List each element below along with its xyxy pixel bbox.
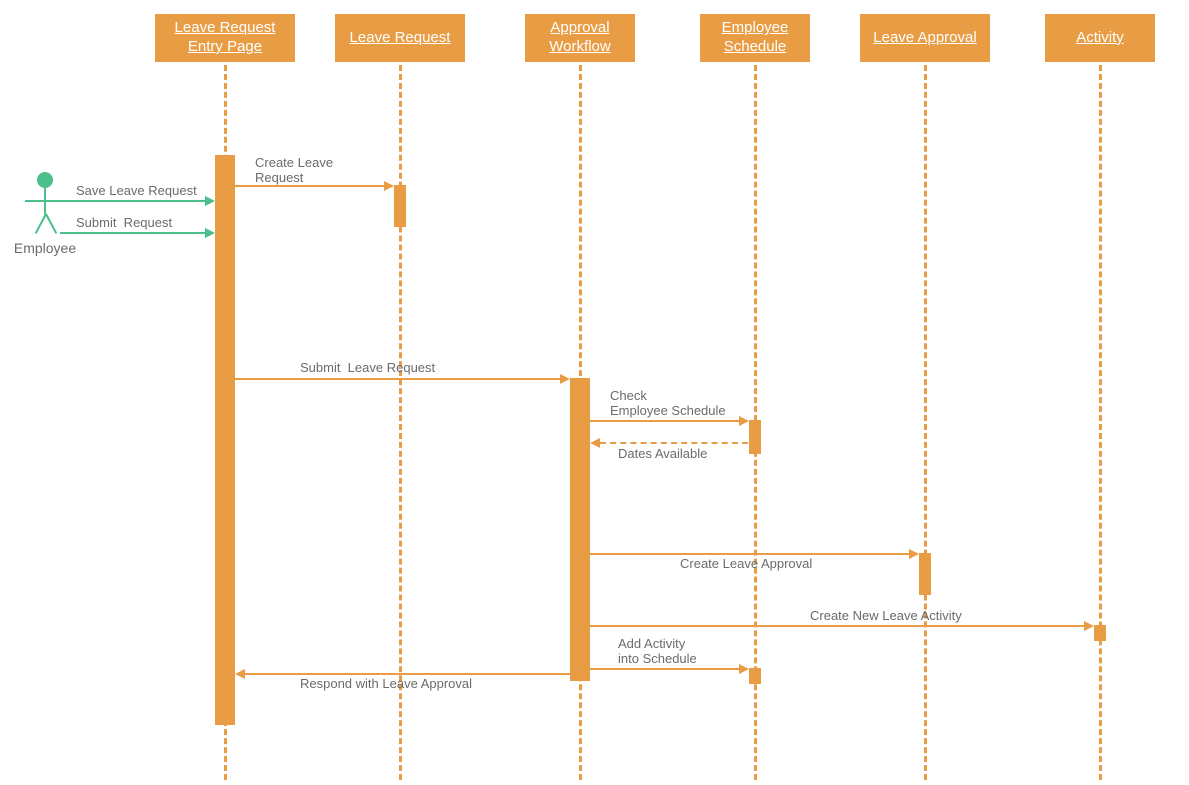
participant-entrypage: Leave Request Entry Page xyxy=(155,14,295,62)
activation-activity xyxy=(1094,625,1106,641)
msg-label: Create Leave Approval xyxy=(680,556,812,571)
participant-label: Approval Workflow xyxy=(532,19,628,57)
msg-label: Submit Request xyxy=(76,215,172,230)
msg-label: Add Activity into Schedule xyxy=(618,636,697,666)
actor-employee-icon xyxy=(25,172,65,236)
msg-label: Create Leave Request xyxy=(255,155,333,185)
activation-schedule-2 xyxy=(749,668,761,684)
lifeline-activity xyxy=(1099,65,1102,780)
activation-leavereq xyxy=(394,185,406,227)
participant-approval: Leave Approval xyxy=(860,14,990,62)
msg-label: Respond with Leave Approval xyxy=(300,676,472,691)
msg-label: Dates Available xyxy=(618,446,707,461)
msg-label: Create New Leave Activity xyxy=(810,608,962,623)
activation-entrypage xyxy=(215,155,235,725)
participant-label: Employee Schedule xyxy=(707,19,803,57)
participant-activity: Activity xyxy=(1045,14,1155,62)
lifeline-approval xyxy=(924,65,927,780)
activation-workflow xyxy=(570,378,590,681)
participant-label: Activity xyxy=(1076,29,1124,48)
msg-label: Save Leave Request xyxy=(76,183,197,198)
activation-approval xyxy=(919,553,931,595)
participant-leavereq: Leave Request xyxy=(335,14,465,62)
msg-label: Check Employee Schedule xyxy=(610,388,726,418)
participant-schedule: Employee Schedule xyxy=(700,14,810,62)
participant-label: Leave Approval xyxy=(873,29,976,48)
participant-workflow: Approval Workflow xyxy=(525,14,635,62)
activation-schedule-1 xyxy=(749,420,761,454)
participant-label: Leave Request Entry Page xyxy=(162,19,288,57)
actor-employee-label: Employee xyxy=(10,240,80,256)
participant-label: Leave Request xyxy=(350,29,451,48)
msg-label: Submit Leave Request xyxy=(300,360,435,375)
